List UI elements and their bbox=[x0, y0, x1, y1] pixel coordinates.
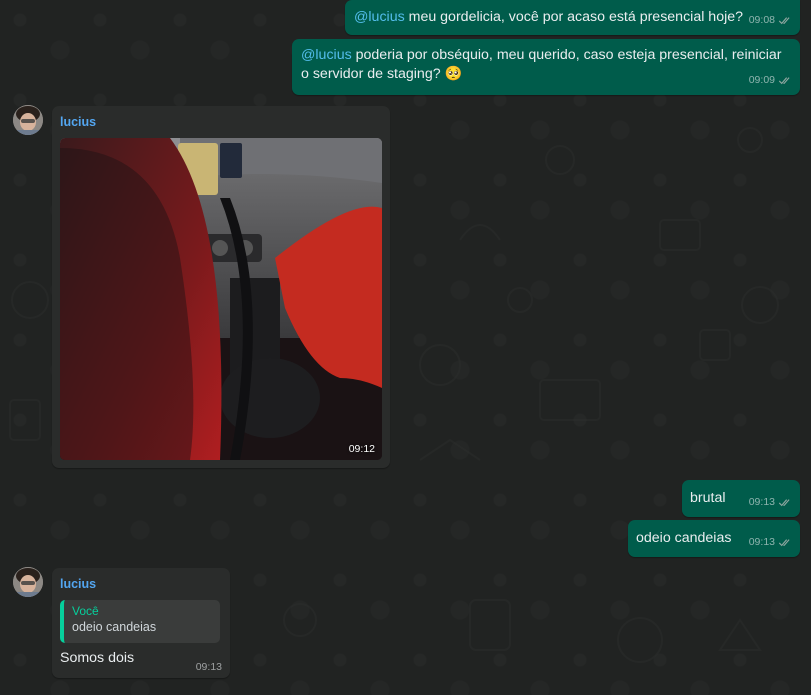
message-time: 09:13 bbox=[748, 536, 775, 548]
pleading-face-emoji: 🥺 bbox=[444, 66, 463, 82]
message-meta: 09:13 bbox=[749, 533, 792, 552]
sender-name[interactable]: lucius bbox=[60, 115, 96, 129]
avatar[interactable] bbox=[13, 105, 43, 135]
quote-author: Você bbox=[72, 604, 99, 618]
outgoing-message[interactable]: @lucius poderia por obséquio, meu querid… bbox=[292, 39, 800, 95]
car-interior-image bbox=[60, 138, 382, 460]
message-text: meu gordelicia, você por acaso está pres… bbox=[404, 9, 744, 25]
sender-name[interactable]: lucius bbox=[60, 577, 96, 591]
message-time: 09:12 bbox=[348, 443, 375, 455]
message-time: 09:09 bbox=[748, 74, 775, 86]
outgoing-message[interactable]: brutal 09:13 bbox=[682, 480, 800, 517]
avatar-image bbox=[13, 105, 43, 135]
message-time: 09:13 bbox=[195, 661, 222, 673]
message-text: brutal bbox=[690, 490, 726, 506]
outgoing-message[interactable]: odeio candeias 09:13 bbox=[628, 520, 800, 557]
message-photo[interactable]: 09:12 bbox=[60, 138, 382, 460]
double-check-icon bbox=[778, 77, 790, 85]
quoted-message[interactable]: Você odeio candeias bbox=[60, 600, 220, 643]
message-text: odeio candeias bbox=[636, 530, 732, 546]
outgoing-message[interactable]: @lucius meu gordelicia, você por acaso e… bbox=[345, 0, 800, 35]
message-text: Somos dois bbox=[60, 650, 135, 666]
double-check-icon bbox=[778, 17, 790, 25]
message-meta: 09:13 bbox=[196, 661, 222, 673]
double-check-icon bbox=[778, 499, 790, 507]
message-text: poderia por obséquio, meu querido, caso … bbox=[301, 47, 782, 82]
mention-link[interactable]: @lucius bbox=[301, 47, 352, 63]
quote-text: odeio candeias bbox=[72, 620, 157, 634]
message-time: 09:08 bbox=[748, 14, 775, 26]
incoming-message[interactable]: lucius Você odeio candeias Somos dois 09… bbox=[52, 568, 230, 678]
message-time: 09:13 bbox=[748, 496, 775, 508]
double-check-icon bbox=[778, 539, 790, 547]
mention-link[interactable]: @lucius bbox=[354, 9, 405, 25]
avatar[interactable] bbox=[13, 567, 43, 597]
message-meta: 09:13 bbox=[749, 493, 792, 512]
message-meta: 09:08 bbox=[749, 11, 792, 30]
message-meta: 09:09 bbox=[749, 71, 792, 90]
avatar-image bbox=[13, 567, 43, 597]
incoming-message[interactable]: lucius 09:12 bbox=[52, 106, 390, 468]
